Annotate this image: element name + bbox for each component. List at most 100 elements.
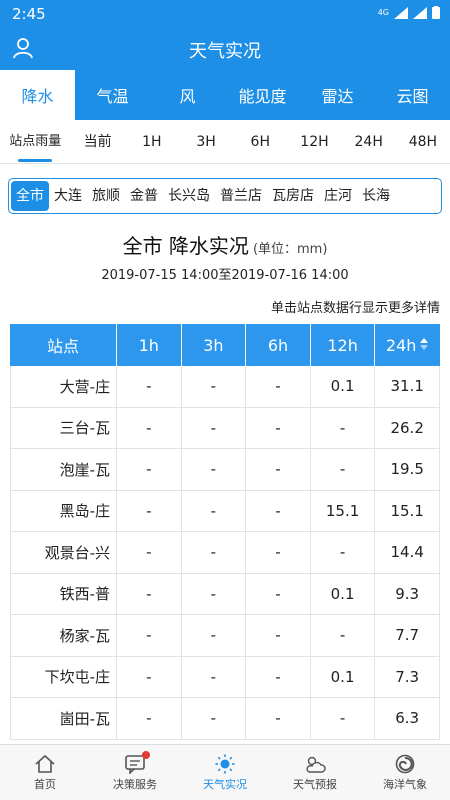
rainfall-cell: -	[182, 449, 247, 490]
nav-weather-live[interactable]: 天气实况	[180, 745, 270, 800]
table-row[interactable]: 下坎屯-庄 - - -0.1 7.3	[10, 656, 440, 698]
rainfall-cell: -	[117, 615, 182, 656]
rainfall-cell: -	[182, 532, 247, 573]
column-3h[interactable]: 3h	[182, 324, 247, 366]
nav-marine[interactable]: 海洋气象	[360, 745, 450, 800]
region-chip-changhai[interactable]: 长海	[357, 181, 395, 211]
home-icon	[35, 754, 55, 773]
rainfall-cell: -	[311, 449, 376, 490]
tab-temperature[interactable]: 气温	[75, 70, 150, 120]
table-body: 大营-庄 - - -0.1 31.1 三台-瓦 - - - -26.2 泡崖-瓦 - - - -19.5 黑岛…	[10, 366, 440, 740]
category-tabs: 降水 气温 风 能见度 雷达 云图	[0, 70, 450, 120]
rainfall-cell: -	[246, 615, 311, 656]
table-row[interactable]: 观景台-兴 - - - -14.4	[10, 532, 440, 574]
tab-cloud-image[interactable]: 云图	[375, 70, 450, 120]
section-heading: 全市 降水实况 (单位：mm)	[0, 230, 450, 259]
rainfall-cell: -	[182, 573, 247, 614]
station-name-cell: 杨家-瓦	[10, 615, 117, 656]
tab-precipitation[interactable]: 降水	[0, 70, 75, 120]
column-1h[interactable]: 1h	[117, 324, 182, 366]
system-icons: 4G	[378, 6, 440, 19]
table-row[interactable]: 大营-庄 - - -0.1 31.1	[10, 366, 440, 408]
rainfall-cell: -	[182, 698, 247, 739]
rainfall-table: 站点 1h 3h 6h 12h 24h 大营-庄 - - -0.1 31.1 三台-瓦 - -…	[10, 324, 440, 740]
detail-hint: 单击站点数据行显示更多详情	[270, 301, 440, 316]
nav-weather-live-label: 天气实况	[203, 777, 247, 791]
rainfall-cell: -	[117, 449, 182, 490]
column-24h[interactable]: 24h	[375, 324, 440, 366]
column-6h[interactable]: 6h	[246, 324, 311, 366]
rainfall-cell: 7.7	[375, 615, 440, 656]
rainfall-cell: 0.1	[311, 656, 376, 697]
status-time: 2:45	[12, 5, 46, 23]
rainfall-cell: -	[182, 615, 247, 656]
table-row[interactable]: 黑岛-庄 - - -15.1 15.1	[10, 490, 440, 532]
nav-decision-service[interactable]: 决策服务	[90, 745, 180, 800]
rainfall-cell: -	[117, 366, 182, 407]
rainfall-cell: -	[246, 490, 311, 531]
station-name-cell: 黑岛-庄	[10, 490, 117, 531]
rainfall-cell: -	[182, 490, 247, 531]
sort-icon[interactable]	[419, 336, 429, 355]
rainfall-cell: -	[117, 573, 182, 614]
status-bar: 2:45 4G	[0, 0, 450, 28]
region-chip-zhuanghe[interactable]: 庄河	[319, 181, 357, 211]
signal-icon	[394, 6, 408, 19]
region-chip-all[interactable]: 全市	[11, 181, 49, 211]
rainfall-cell: 15.1	[311, 490, 376, 531]
region-chip-changxingdao[interactable]: 长兴岛	[163, 181, 215, 211]
table-row[interactable]: 泡崖-瓦 - - - -19.5	[10, 449, 440, 491]
rainfall-cell: 0.1	[311, 573, 376, 614]
region-chip-lvshun[interactable]: 旅顺	[87, 181, 125, 211]
region-chip-jinpu[interactable]: 金普	[125, 181, 163, 211]
column-12h[interactable]: 12h	[311, 324, 376, 366]
nav-marine-label: 海洋气象	[383, 777, 427, 791]
subtab-1h[interactable]: 1H	[125, 120, 179, 164]
rainfall-cell: 7.3	[375, 656, 440, 697]
subtab-12h[interactable]: 12H	[287, 120, 341, 164]
bottom-navigation: 首页 决策服务 天气实况 天气预报 海洋气象	[0, 744, 450, 800]
rainfall-cell: 31.1	[375, 366, 440, 407]
rainfall-cell: -	[182, 656, 247, 697]
station-name-cell: 大营-庄	[10, 366, 117, 407]
table-header: 站点 1h 3h 6h 12h 24h	[10, 324, 440, 366]
tab-wind[interactable]: 风	[150, 70, 225, 120]
nav-home[interactable]: 首页	[0, 745, 90, 800]
rainfall-cell: -	[117, 532, 182, 573]
region-chip-dalian[interactable]: 大连	[49, 181, 87, 211]
rainfall-cell: -	[311, 407, 376, 448]
network-type-icon: 4G	[377, 8, 389, 17]
subtab-3h[interactable]: 3H	[179, 120, 233, 164]
subtab-48h[interactable]: 48H	[396, 120, 450, 164]
station-name-cell: 泡崖-瓦	[10, 449, 117, 490]
table-row[interactable]: 三台-瓦 - - - -26.2	[10, 407, 440, 449]
tab-radar[interactable]: 雷达	[300, 70, 375, 120]
page-title: 天气实况	[189, 41, 261, 62]
subtab-current[interactable]: 当前	[70, 120, 124, 164]
nav-forecast[interactable]: 天气预报	[270, 745, 360, 800]
rainfall-cell: -	[311, 698, 376, 739]
subtab-6h[interactable]: 6H	[233, 120, 287, 164]
rainfall-cell: 15.1	[375, 490, 440, 531]
table-row[interactable]: 杨家-瓦 - - - -7.7	[10, 615, 440, 657]
rainfall-cell: -	[246, 573, 311, 614]
subtab-station-rainfall[interactable]: 站点雨量	[0, 120, 70, 164]
tab-visibility[interactable]: 能见度	[225, 70, 300, 120]
rainfall-cell: -	[311, 615, 376, 656]
station-name-cell: 崮田-瓦	[10, 698, 117, 739]
region-chip-pulandian[interactable]: 普兰店	[215, 181, 267, 211]
region-chip-wafangdian[interactable]: 瓦房店	[267, 181, 319, 211]
rainfall-cell: -	[117, 698, 182, 739]
table-row[interactable]: 铁西-普 - - -0.1 9.3	[10, 573, 440, 615]
column-24h-label: 24h	[385, 335, 417, 355]
rainfall-cell: 19.5	[375, 449, 440, 490]
sun-icon	[215, 754, 235, 773]
nav-decision-label: 决策服务	[113, 777, 157, 791]
column-station[interactable]: 站点	[10, 324, 117, 366]
rainfall-cell: 9.3	[375, 573, 440, 614]
table-row[interactable]: 崮田-瓦 - - - -6.3	[10, 698, 440, 740]
notification-badge	[142, 751, 150, 759]
station-name-cell: 观景台-兴	[10, 532, 117, 573]
subtab-24h[interactable]: 24H	[342, 120, 396, 164]
rainfall-cell: -	[246, 698, 311, 739]
